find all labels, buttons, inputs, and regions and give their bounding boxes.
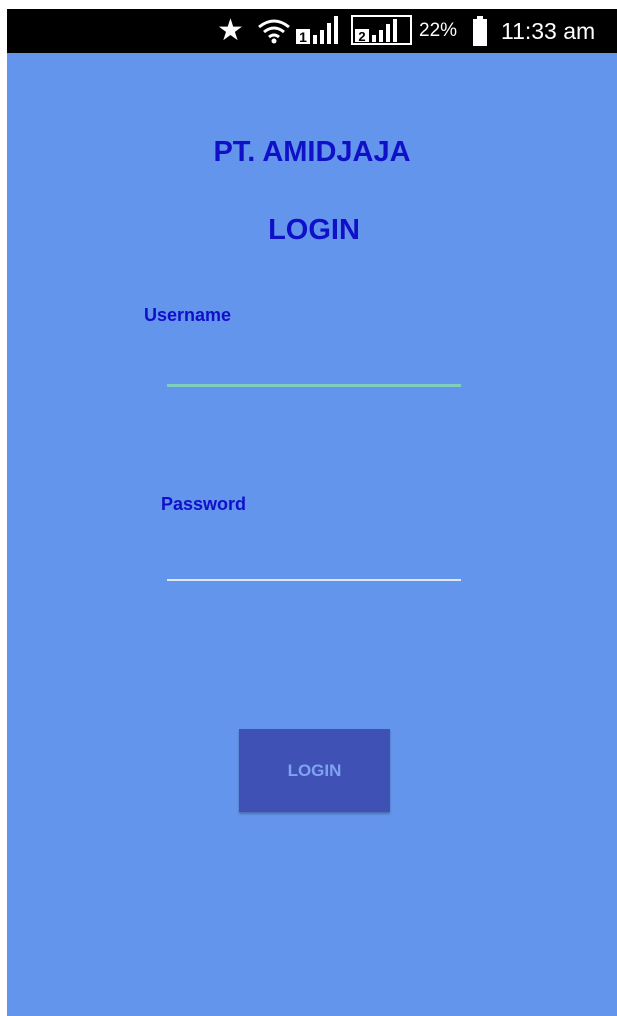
status-bar: ★ 1 2 22% 11:33 am — [7, 9, 617, 53]
battery-percent: 22% — [419, 20, 458, 41]
sim1-number: 1 — [299, 29, 307, 45]
page-title: LOGIN — [268, 214, 360, 246]
login-button[interactable]: LOGIN — [239, 729, 390, 812]
password-field[interactable] — [167, 539, 461, 581]
signal-sim2-icon: 2 — [351, 15, 412, 45]
username-field[interactable] — [167, 344, 461, 387]
sim2-number: 2 — [358, 29, 365, 44]
username-label: Username — [144, 305, 232, 325]
company-name: PT. AMIDJAJA — [213, 136, 411, 168]
login-screen: ★ 1 2 22% 11:33 am PT. AMIDJAJA LOGIN Us… — [7, 9, 617, 1016]
signal-sim1-icon: 1 — [296, 16, 338, 45]
clock: 11:33 am — [501, 18, 596, 44]
star-icon: ★ — [217, 13, 244, 48]
password-label: Password — [161, 494, 247, 514]
battery-icon — [473, 16, 487, 46]
wifi-icon — [258, 19, 290, 44]
